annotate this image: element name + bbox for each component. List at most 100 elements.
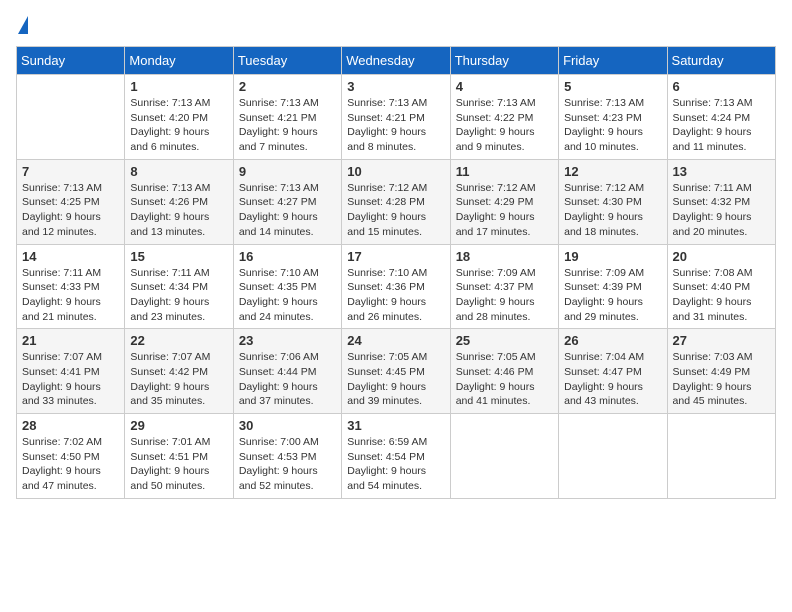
calendar-cell: 17 Sunrise: 7:10 AMSunset: 4:36 PMDaylig… bbox=[342, 244, 450, 329]
day-info: Sunrise: 7:13 AMSunset: 4:27 PMDaylight:… bbox=[239, 181, 336, 240]
day-number: 5 bbox=[564, 79, 661, 94]
calendar-cell: 14 Sunrise: 7:11 AMSunset: 4:33 PMDaylig… bbox=[17, 244, 125, 329]
day-number: 17 bbox=[347, 249, 444, 264]
calendar-cell bbox=[667, 414, 775, 499]
day-info: Sunrise: 7:09 AMSunset: 4:37 PMDaylight:… bbox=[456, 266, 553, 325]
calendar-cell: 12 Sunrise: 7:12 AMSunset: 4:30 PMDaylig… bbox=[559, 159, 667, 244]
day-info: Sunrise: 7:11 AMSunset: 4:34 PMDaylight:… bbox=[130, 266, 227, 325]
day-number: 15 bbox=[130, 249, 227, 264]
calendar-cell: 10 Sunrise: 7:12 AMSunset: 4:28 PMDaylig… bbox=[342, 159, 450, 244]
day-number: 24 bbox=[347, 333, 444, 348]
day-info: Sunrise: 7:04 AMSunset: 4:47 PMDaylight:… bbox=[564, 350, 661, 409]
day-info: Sunrise: 6:59 AMSunset: 4:54 PMDaylight:… bbox=[347, 435, 444, 494]
day-number: 19 bbox=[564, 249, 661, 264]
day-number: 2 bbox=[239, 79, 336, 94]
day-info: Sunrise: 7:00 AMSunset: 4:53 PMDaylight:… bbox=[239, 435, 336, 494]
day-info: Sunrise: 7:13 AMSunset: 4:22 PMDaylight:… bbox=[456, 96, 553, 155]
weekday-header-thursday: Thursday bbox=[450, 47, 558, 75]
calendar-cell: 5 Sunrise: 7:13 AMSunset: 4:23 PMDayligh… bbox=[559, 75, 667, 160]
day-info: Sunrise: 7:10 AMSunset: 4:36 PMDaylight:… bbox=[347, 266, 444, 325]
calendar-week-row: 21 Sunrise: 7:07 AMSunset: 4:41 PMDaylig… bbox=[17, 329, 776, 414]
calendar-cell: 21 Sunrise: 7:07 AMSunset: 4:41 PMDaylig… bbox=[17, 329, 125, 414]
calendar-cell bbox=[450, 414, 558, 499]
day-number: 11 bbox=[456, 164, 553, 179]
day-number: 6 bbox=[673, 79, 770, 94]
day-number: 26 bbox=[564, 333, 661, 348]
calendar-cell: 7 Sunrise: 7:13 AMSunset: 4:25 PMDayligh… bbox=[17, 159, 125, 244]
calendar-cell: 30 Sunrise: 7:00 AMSunset: 4:53 PMDaylig… bbox=[233, 414, 341, 499]
day-number: 3 bbox=[347, 79, 444, 94]
day-info: Sunrise: 7:09 AMSunset: 4:39 PMDaylight:… bbox=[564, 266, 661, 325]
day-number: 23 bbox=[239, 333, 336, 348]
calendar-week-row: 1 Sunrise: 7:13 AMSunset: 4:20 PMDayligh… bbox=[17, 75, 776, 160]
day-number: 22 bbox=[130, 333, 227, 348]
calendar-cell: 28 Sunrise: 7:02 AMSunset: 4:50 PMDaylig… bbox=[17, 414, 125, 499]
calendar-week-row: 28 Sunrise: 7:02 AMSunset: 4:50 PMDaylig… bbox=[17, 414, 776, 499]
calendar-cell: 3 Sunrise: 7:13 AMSunset: 4:21 PMDayligh… bbox=[342, 75, 450, 160]
day-info: Sunrise: 7:13 AMSunset: 4:21 PMDaylight:… bbox=[239, 96, 336, 155]
day-info: Sunrise: 7:06 AMSunset: 4:44 PMDaylight:… bbox=[239, 350, 336, 409]
day-info: Sunrise: 7:05 AMSunset: 4:46 PMDaylight:… bbox=[456, 350, 553, 409]
calendar-cell: 16 Sunrise: 7:10 AMSunset: 4:35 PMDaylig… bbox=[233, 244, 341, 329]
day-number: 16 bbox=[239, 249, 336, 264]
calendar-cell: 19 Sunrise: 7:09 AMSunset: 4:39 PMDaylig… bbox=[559, 244, 667, 329]
day-info: Sunrise: 7:03 AMSunset: 4:49 PMDaylight:… bbox=[673, 350, 770, 409]
calendar-cell: 24 Sunrise: 7:05 AMSunset: 4:45 PMDaylig… bbox=[342, 329, 450, 414]
calendar-cell: 25 Sunrise: 7:05 AMSunset: 4:46 PMDaylig… bbox=[450, 329, 558, 414]
day-info: Sunrise: 7:13 AMSunset: 4:21 PMDaylight:… bbox=[347, 96, 444, 155]
calendar-cell: 13 Sunrise: 7:11 AMSunset: 4:32 PMDaylig… bbox=[667, 159, 775, 244]
day-number: 29 bbox=[130, 418, 227, 433]
logo bbox=[16, 16, 28, 34]
calendar-cell: 11 Sunrise: 7:12 AMSunset: 4:29 PMDaylig… bbox=[450, 159, 558, 244]
page-header bbox=[16, 16, 776, 34]
calendar-cell: 18 Sunrise: 7:09 AMSunset: 4:37 PMDaylig… bbox=[450, 244, 558, 329]
day-info: Sunrise: 7:11 AMSunset: 4:33 PMDaylight:… bbox=[22, 266, 119, 325]
day-number: 8 bbox=[130, 164, 227, 179]
day-info: Sunrise: 7:02 AMSunset: 4:50 PMDaylight:… bbox=[22, 435, 119, 494]
day-number: 4 bbox=[456, 79, 553, 94]
weekday-header-wednesday: Wednesday bbox=[342, 47, 450, 75]
weekday-header-tuesday: Tuesday bbox=[233, 47, 341, 75]
day-info: Sunrise: 7:05 AMSunset: 4:45 PMDaylight:… bbox=[347, 350, 444, 409]
calendar-week-row: 14 Sunrise: 7:11 AMSunset: 4:33 PMDaylig… bbox=[17, 244, 776, 329]
day-number: 20 bbox=[673, 249, 770, 264]
day-number: 7 bbox=[22, 164, 119, 179]
day-info: Sunrise: 7:13 AMSunset: 4:26 PMDaylight:… bbox=[130, 181, 227, 240]
calendar-cell: 2 Sunrise: 7:13 AMSunset: 4:21 PMDayligh… bbox=[233, 75, 341, 160]
day-info: Sunrise: 7:01 AMSunset: 4:51 PMDaylight:… bbox=[130, 435, 227, 494]
logo-icon bbox=[18, 16, 28, 34]
calendar-cell: 26 Sunrise: 7:04 AMSunset: 4:47 PMDaylig… bbox=[559, 329, 667, 414]
day-info: Sunrise: 7:13 AMSunset: 4:23 PMDaylight:… bbox=[564, 96, 661, 155]
day-number: 12 bbox=[564, 164, 661, 179]
calendar-table: SundayMondayTuesdayWednesdayThursdayFrid… bbox=[16, 46, 776, 499]
day-number: 25 bbox=[456, 333, 553, 348]
day-number: 14 bbox=[22, 249, 119, 264]
day-number: 10 bbox=[347, 164, 444, 179]
day-info: Sunrise: 7:12 AMSunset: 4:28 PMDaylight:… bbox=[347, 181, 444, 240]
calendar-cell: 29 Sunrise: 7:01 AMSunset: 4:51 PMDaylig… bbox=[125, 414, 233, 499]
calendar-cell: 31 Sunrise: 6:59 AMSunset: 4:54 PMDaylig… bbox=[342, 414, 450, 499]
weekday-header-row: SundayMondayTuesdayWednesdayThursdayFrid… bbox=[17, 47, 776, 75]
calendar-cell: 27 Sunrise: 7:03 AMSunset: 4:49 PMDaylig… bbox=[667, 329, 775, 414]
day-number: 18 bbox=[456, 249, 553, 264]
day-info: Sunrise: 7:07 AMSunset: 4:42 PMDaylight:… bbox=[130, 350, 227, 409]
calendar-cell: 20 Sunrise: 7:08 AMSunset: 4:40 PMDaylig… bbox=[667, 244, 775, 329]
day-info: Sunrise: 7:13 AMSunset: 4:20 PMDaylight:… bbox=[130, 96, 227, 155]
day-info: Sunrise: 7:08 AMSunset: 4:40 PMDaylight:… bbox=[673, 266, 770, 325]
weekday-header-monday: Monday bbox=[125, 47, 233, 75]
weekday-header-sunday: Sunday bbox=[17, 47, 125, 75]
day-info: Sunrise: 7:10 AMSunset: 4:35 PMDaylight:… bbox=[239, 266, 336, 325]
calendar-cell bbox=[17, 75, 125, 160]
day-info: Sunrise: 7:13 AMSunset: 4:24 PMDaylight:… bbox=[673, 96, 770, 155]
calendar-week-row: 7 Sunrise: 7:13 AMSunset: 4:25 PMDayligh… bbox=[17, 159, 776, 244]
day-number: 13 bbox=[673, 164, 770, 179]
day-number: 21 bbox=[22, 333, 119, 348]
calendar-cell: 15 Sunrise: 7:11 AMSunset: 4:34 PMDaylig… bbox=[125, 244, 233, 329]
weekday-header-saturday: Saturday bbox=[667, 47, 775, 75]
day-info: Sunrise: 7:11 AMSunset: 4:32 PMDaylight:… bbox=[673, 181, 770, 240]
day-number: 28 bbox=[22, 418, 119, 433]
calendar-cell: 23 Sunrise: 7:06 AMSunset: 4:44 PMDaylig… bbox=[233, 329, 341, 414]
calendar-cell: 22 Sunrise: 7:07 AMSunset: 4:42 PMDaylig… bbox=[125, 329, 233, 414]
calendar-cell: 1 Sunrise: 7:13 AMSunset: 4:20 PMDayligh… bbox=[125, 75, 233, 160]
day-info: Sunrise: 7:12 AMSunset: 4:30 PMDaylight:… bbox=[564, 181, 661, 240]
